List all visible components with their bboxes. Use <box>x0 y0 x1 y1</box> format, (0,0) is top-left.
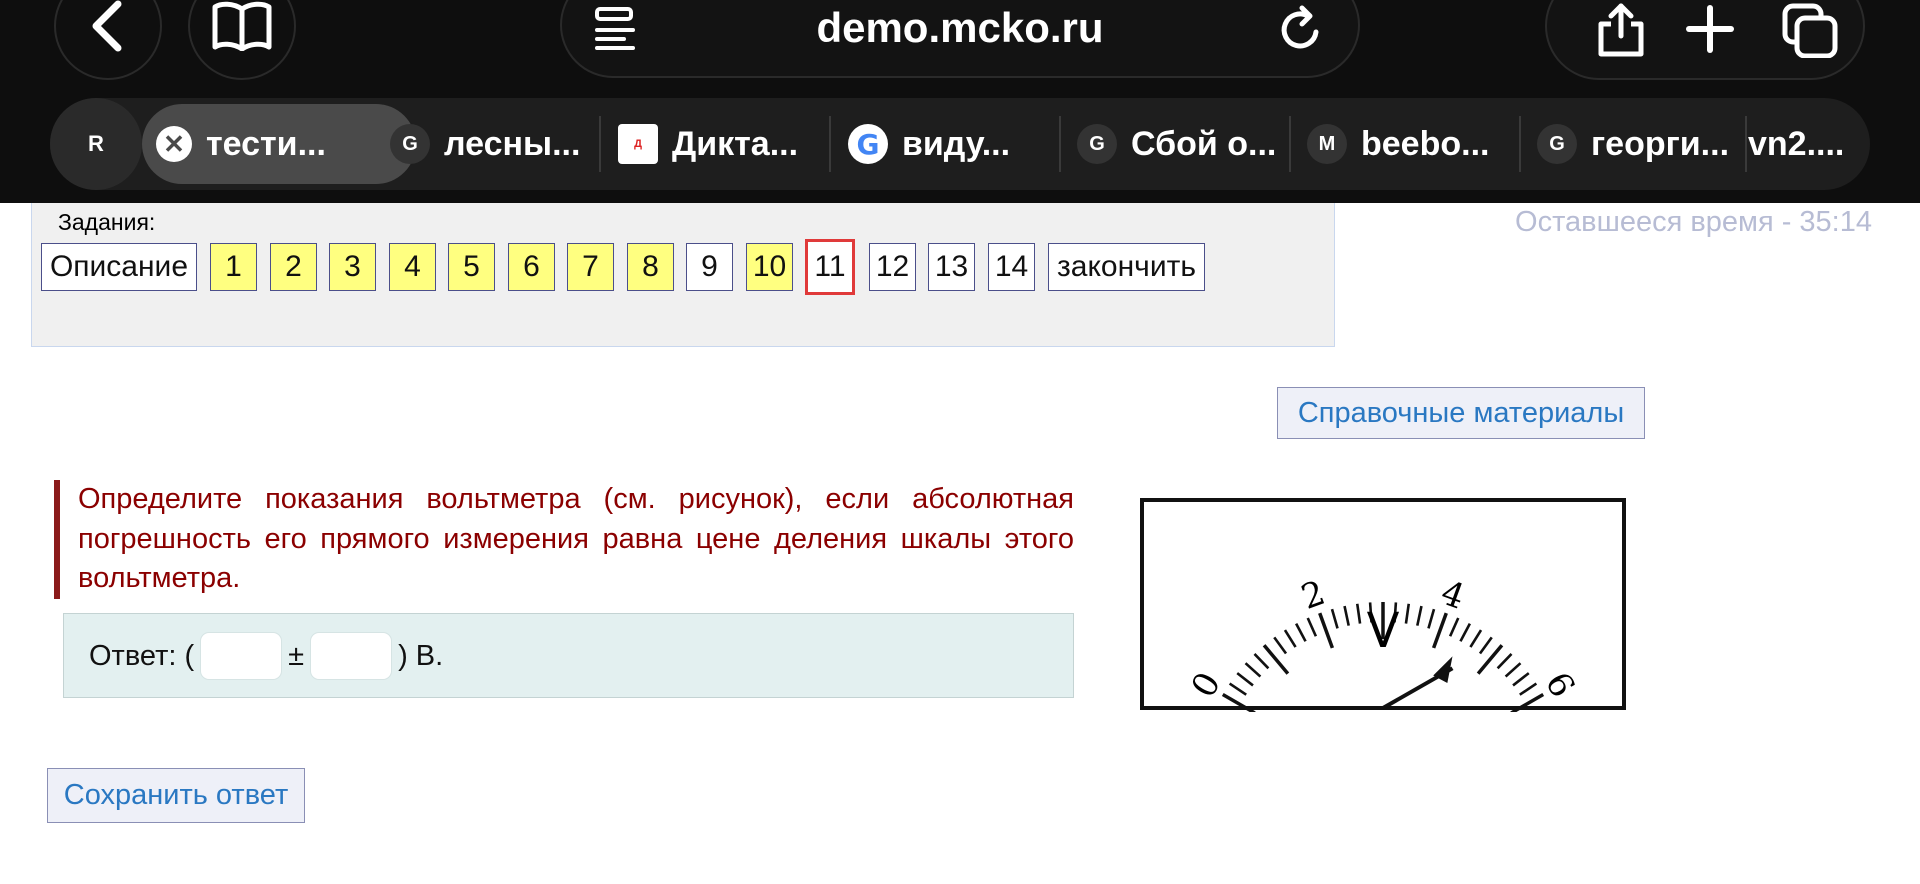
g-favicon-icon: G <box>390 124 430 164</box>
tab-separator <box>829 116 831 172</box>
tab-beebo[interactable]: M beebo... <box>1307 104 1532 184</box>
back-button[interactable] <box>54 0 162 80</box>
tab-label: vn2.... <box>1748 124 1845 163</box>
tab-sboy[interactable]: G Сбой о... <box>1077 104 1307 184</box>
task-button-4[interactable]: 4 <box>389 243 436 291</box>
tab-separator <box>1519 116 1521 172</box>
task-button-10[interactable]: 10 <box>746 243 793 291</box>
close-tab-icon[interactable]: ✕ <box>156 126 192 162</box>
chevron-left-icon <box>92 0 122 52</box>
reference-materials-button[interactable]: Справочные материалы <box>1277 387 1645 439</box>
task-button-13[interactable]: 13 <box>928 243 975 291</box>
tab-label: георги... <box>1591 124 1730 163</box>
answer-value-input[interactable] <box>200 632 283 680</box>
voltmeter-unit: V <box>1367 603 1400 659</box>
reload-icon[interactable] <box>1278 4 1324 52</box>
answer-error-input[interactable] <box>310 632 393 680</box>
task-button-14[interactable]: 14 <box>988 243 1035 291</box>
task-button-7[interactable]: 7 <box>567 243 614 291</box>
answer-box: Ответ: ( ± ) В. <box>63 613 1074 698</box>
book-icon <box>212 1 272 51</box>
tab-label: лесны... <box>444 124 581 163</box>
tab-label: виду... <box>902 124 1011 163</box>
tab-separator <box>1745 116 1747 172</box>
g-favicon-icon: G <box>1077 124 1117 164</box>
tab-vidu[interactable]: G виду... <box>848 104 1073 184</box>
task-button-8[interactable]: 8 <box>627 243 674 291</box>
question-text: Определите показания вольтметра (см. рис… <box>54 480 1074 599</box>
tabs-overview-icon[interactable] <box>1781 2 1839 58</box>
toolbar-actions <box>1545 0 1865 80</box>
task-button-5[interactable]: 5 <box>448 243 495 291</box>
address-text: demo.mcko.ru <box>816 4 1104 51</box>
answer-prefix: Ответ: ( <box>89 639 195 672</box>
task-button-12[interactable]: 12 <box>869 243 916 291</box>
task-button-3[interactable]: 3 <box>329 243 376 291</box>
tab-label: Сбой о... <box>1131 124 1277 163</box>
share-icon[interactable] <box>1595 2 1647 58</box>
tab-diktant[interactable]: Д Дикта... <box>618 104 863 184</box>
tab-active[interactable]: ✕ тести... <box>142 104 416 184</box>
save-answer-button[interactable]: Сохранить ответ <box>47 768 305 823</box>
m-favicon-icon: M <box>1307 124 1347 164</box>
tab-vn2[interactable]: vn2.... <box>1748 104 1858 184</box>
tab-strip: R ✕ тести... G лесны... Д Дикта... G вид… <box>50 98 1870 190</box>
profile-avatar[interactable]: R <box>50 98 142 190</box>
task-nav-panel: Задания: Описание 1 2 3 4 5 6 7 8 9 10 1… <box>31 203 1335 347</box>
answer-suffix: ) В. <box>398 639 444 672</box>
google-favicon-icon: G <box>848 124 888 164</box>
tab-lesnye[interactable]: G лесны... <box>390 104 640 184</box>
task-button-2[interactable]: 2 <box>270 243 317 291</box>
plus-minus-sign: ± <box>288 639 305 672</box>
tab-label: Дикта... <box>672 124 799 163</box>
bookmarks-button[interactable] <box>188 0 296 80</box>
finish-button[interactable]: закончить <box>1048 243 1205 291</box>
voltmeter-figure: 0 2 4 6 V <box>1140 498 1626 712</box>
address-bar[interactable]: demo.mcko.ru <box>560 0 1360 78</box>
answer-row: Ответ: ( ± ) В. <box>89 631 443 681</box>
tasks-label: Задания: <box>58 209 156 235</box>
tab-georgi[interactable]: G георги... <box>1537 104 1747 184</box>
task-button-1[interactable]: 1 <box>210 243 257 291</box>
task-button-11[interactable]: 11 <box>805 239 855 295</box>
diktant-favicon-icon: Д <box>618 124 658 164</box>
browser-chrome: demo.mcko.ru R ✕ тести... G лесны... Д Д… <box>0 0 1920 203</box>
tab-separator <box>1059 116 1061 172</box>
description-button[interactable]: Описание <box>41 243 197 291</box>
task-button-6[interactable]: 6 <box>508 243 555 291</box>
tab-label: тести... <box>206 124 326 163</box>
tab-separator <box>599 116 601 172</box>
g-favicon-icon: G <box>1537 124 1577 164</box>
new-tab-plus-icon[interactable] <box>1685 4 1735 54</box>
remaining-time: Оставшееся время - 35:14 <box>1515 206 1872 238</box>
task-button-9[interactable]: 9 <box>686 243 733 291</box>
tab-separator <box>1289 116 1291 172</box>
tab-label: beebo... <box>1361 124 1490 163</box>
